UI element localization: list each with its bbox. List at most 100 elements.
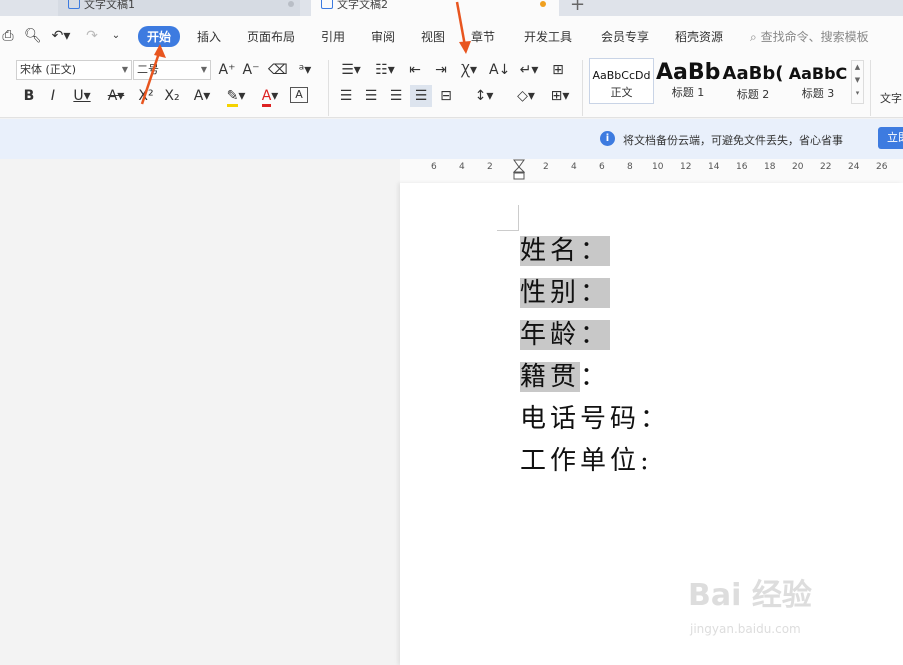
ruler-tick: 22: [820, 162, 832, 172]
document-line[interactable]: 性别：: [520, 273, 611, 315]
line-text: 工作单位: [520, 446, 641, 476]
menu-review[interactable]: 审阅: [371, 28, 395, 45]
borders-icon[interactable]: ⊞▾: [546, 87, 574, 105]
chinese-layout-icon[interactable]: Ꭓ▾: [455, 61, 483, 79]
strikethrough-icon[interactable]: A▾: [102, 87, 130, 105]
annotation-arrow-icon: [455, 1, 471, 54]
backup-message: 将文档备份云端，可避免文件丢失，省心省事: [623, 134, 843, 147]
ruler-tick: 6: [431, 162, 437, 172]
table-of-spaces-icon[interactable]: ⊞: [548, 61, 568, 79]
italic-icon[interactable]: I: [44, 87, 62, 105]
indent-marker-icon[interactable]: [513, 159, 525, 181]
document-line[interactable]: 工作单位:: [520, 441, 653, 483]
line-text: ：: [640, 404, 671, 434]
menu-page-layout[interactable]: 页面布局: [247, 28, 295, 45]
document-tab-2[interactable]: 文字文稿2: [311, 0, 559, 16]
selected-text: ：: [580, 236, 611, 266]
redo-icon[interactable]: ↷: [84, 27, 100, 45]
ruler-tick: 18: [764, 162, 776, 172]
style-heading-2[interactable]: AaBb( 标题 2: [722, 58, 784, 104]
highlight-color-icon[interactable]: ✎▾: [222, 87, 250, 107]
search-placeholder: 查找命令、搜索模板: [760, 30, 869, 44]
backup-notice-bar: i 将文档备份云端，可避免文件丢失，省心省事 立即: [0, 119, 903, 159]
ruler-tick: 26: [876, 162, 888, 172]
decrease-indent-icon[interactable]: ⇤: [405, 61, 425, 79]
line-text: 电话号码: [520, 404, 641, 434]
text-effect-icon[interactable]: A▾: [188, 87, 216, 105]
ruler-tick: 4: [459, 162, 465, 172]
bold-icon[interactable]: B: [20, 87, 38, 105]
numbering-icon[interactable]: ☷▾: [371, 61, 399, 79]
phonetic-guide-icon[interactable]: ᵃ▾: [292, 61, 318, 79]
print-preview-icon[interactable]: 🔍︎: [24, 27, 42, 45]
ruler-tick: 2: [543, 162, 549, 172]
print-icon[interactable]: ⎙: [0, 27, 16, 45]
style-sample: AaBb: [656, 60, 720, 85]
style-sample: AaBbCcDd: [592, 69, 651, 82]
annotation-arrow-icon: [140, 44, 166, 105]
document-line[interactable]: 籍贯：: [520, 357, 610, 399]
command-search[interactable]: ⌕ 查找命令、搜索模板: [750, 28, 869, 45]
document-line[interactable]: 年龄：: [520, 315, 611, 357]
style-normal[interactable]: AaBbCcDd 正文: [589, 58, 654, 104]
horizontal-ruler[interactable]: 6 4 2 2 4 6 8 10 12 14 16 18 20 22 24 26: [0, 159, 903, 183]
ribbon-separator: [582, 60, 583, 116]
grow-font-icon[interactable]: A⁺: [218, 61, 236, 79]
style-name: 标题 1: [671, 86, 705, 99]
ruler-tick: 4: [571, 162, 577, 172]
ribbon-separator: [328, 60, 329, 116]
justify-icon[interactable]: ☰: [410, 85, 432, 107]
menu-docer[interactable]: 稻壳资源: [675, 28, 723, 45]
style-heading-1[interactable]: AaBb 标题 1: [656, 58, 720, 104]
ruler-tick: 20: [792, 162, 804, 172]
menu-developer[interactable]: 开发工具: [524, 28, 572, 45]
align-left-icon[interactable]: ☰: [337, 87, 355, 105]
wps-writer-window: 文字文稿1 文字文稿2 + ⎙ 🔍︎ ↶▾ ↷ ⌄ 开始 插入 页面布局 引用 …: [0, 0, 903, 665]
style-name: 正文: [610, 86, 633, 99]
style-heading-3[interactable]: AaBbC 标题 3: [787, 58, 849, 104]
show-marks-icon[interactable]: ↵▾: [515, 61, 543, 79]
selected-text: 年龄: [520, 320, 581, 350]
ruler-tick: 16: [736, 162, 748, 172]
backup-now-button[interactable]: 立即: [878, 127, 903, 149]
ruler-tick: 6: [599, 162, 605, 172]
font-name-select[interactable]: 宋体 (正文) ▼: [16, 60, 132, 80]
line-text: ：: [580, 362, 611, 392]
line-spacing-icon[interactable]: ↕▾: [470, 87, 498, 105]
document-page[interactable]: 姓名： 性别： 年龄： 籍贯： 电话号码： 工作单位:: [400, 183, 903, 665]
search-icon: ⌕: [750, 30, 757, 44]
char-border-icon[interactable]: A: [290, 87, 308, 103]
document-tab-1[interactable]: 文字文稿1: [58, 0, 300, 16]
menu-references[interactable]: 引用: [321, 28, 345, 45]
customize-chevron-icon[interactable]: ⌄: [110, 27, 122, 45]
writer-doc-icon: [68, 0, 80, 9]
undo-icon[interactable]: ↶▾: [50, 27, 72, 45]
underline-icon[interactable]: U▾: [68, 87, 96, 105]
font-color-icon[interactable]: A▾: [256, 87, 284, 107]
writer-doc-icon: [321, 0, 333, 9]
tab-status-dot: [288, 1, 294, 7]
align-right-icon[interactable]: ☰: [387, 87, 405, 105]
clear-format-icon[interactable]: ⌫: [268, 61, 288, 79]
styles-scroll[interactable]: ▲ ▼ ▾: [851, 60, 864, 104]
menu-view[interactable]: 视图: [421, 28, 445, 45]
align-center-icon[interactable]: ☰: [362, 87, 380, 105]
text-tools-label[interactable]: 文字: [880, 90, 902, 106]
style-name: 标题 3: [801, 87, 835, 100]
tab-label: 文字文稿2: [337, 0, 388, 11]
menu-insert[interactable]: 插入: [197, 28, 221, 45]
document-line[interactable]: 电话号码：: [520, 399, 670, 441]
distribute-icon[interactable]: ⊟: [437, 87, 455, 105]
increase-indent-icon[interactable]: ⇥: [431, 61, 451, 79]
chevron-down-icon: ▼: [121, 65, 128, 74]
selected-text: ：: [580, 278, 611, 308]
new-tab-icon[interactable]: +: [570, 0, 585, 15]
document-line[interactable]: 姓名：: [520, 231, 611, 273]
shrink-font-icon[interactable]: A⁻: [242, 61, 260, 79]
sort-icon[interactable]: A↓: [489, 61, 510, 79]
menu-member[interactable]: 会员专享: [601, 28, 649, 45]
bullets-icon[interactable]: ☰▾: [337, 61, 365, 79]
chevron-down-icon: ▼: [200, 65, 207, 74]
selected-text: 籍贯: [520, 362, 581, 392]
shading-icon[interactable]: ◇▾: [512, 87, 540, 105]
